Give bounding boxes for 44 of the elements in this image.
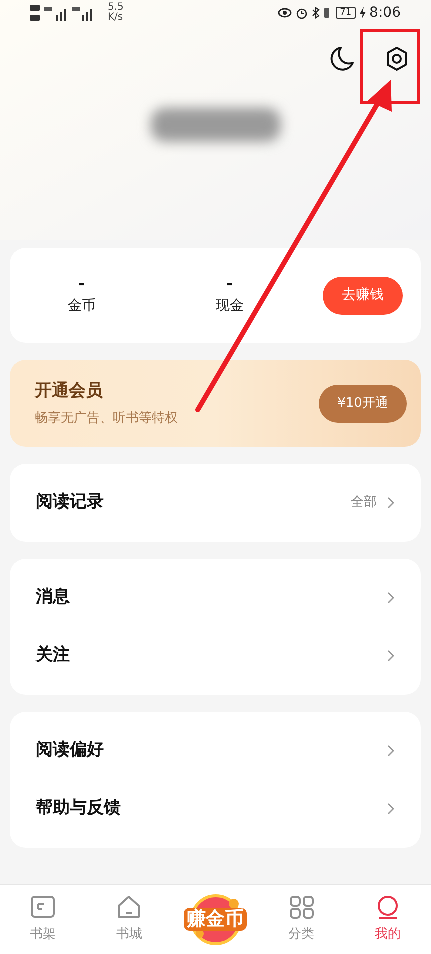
vip-title: 开通会员 — [35, 380, 104, 403]
vip-open-button[interactable]: ¥10开通 — [319, 384, 407, 422]
stat-label: 金币 — [68, 297, 96, 316]
menu-row[interactable]: 帮助与反馈 — [10, 780, 421, 838]
chevron-right-icon — [387, 649, 395, 663]
clock: 8:06 — [370, 4, 401, 22]
settings-icon[interactable] — [385, 46, 409, 72]
menu-row[interactable]: 关注 — [10, 627, 421, 685]
menu-label: 阅读偏好 — [36, 739, 105, 762]
moon-icon[interactable] — [329, 46, 355, 72]
menu-label: 消息 — [36, 586, 71, 610]
chevron-right-icon — [387, 744, 395, 758]
nav-tab[interactable]: 分类 — [288, 894, 315, 944]
battery-indicator: 71 — [336, 7, 356, 19]
network-speed-unit: K/s — [108, 13, 124, 23]
chevron-right-icon — [387, 496, 395, 510]
stat-value: - — [226, 274, 234, 294]
grid-icon — [288, 894, 315, 921]
nav-tab[interactable]: 书架 — [30, 894, 56, 944]
eye-icon — [278, 7, 292, 19]
book-icon — [30, 894, 56, 921]
earn-coins-tab[interactable]: 赚金币 — [178, 890, 254, 950]
house-icon — [116, 894, 142, 921]
alarm-icon — [296, 7, 308, 19]
menu-detail: 全部 — [351, 494, 377, 512]
menu-label: 阅读记录 — [36, 491, 105, 514]
nav-tab[interactable]: 书城 — [116, 894, 142, 944]
stat-label: 现金 — [216, 297, 244, 316]
chevron-right-icon — [387, 802, 395, 816]
earn-money-button[interactable]: 去赚钱 — [323, 276, 403, 314]
vibrate-icon — [324, 7, 330, 19]
nav-tab[interactable]: 我的 — [374, 894, 401, 944]
bluetooth-icon — [312, 7, 320, 19]
menu-row[interactable]: 阅读偏好 — [10, 722, 421, 780]
charging-icon — [360, 7, 366, 19]
menu-row[interactable]: 消息 — [10, 569, 421, 627]
vip-subtitle: 畅享无广告、听书等特权 — [35, 410, 179, 428]
vip-card[interactable]: 开通会员 畅享无广告、听书等特权 ¥10开通 — [10, 360, 421, 447]
chevron-right-icon — [387, 591, 395, 605]
menu-label: 帮助与反馈 — [36, 797, 122, 820]
menu-row[interactable]: 阅读记录 全部 — [10, 474, 421, 532]
network-speed: 5.5 — [108, 3, 124, 13]
menu-label: 关注 — [36, 644, 71, 668]
stat-value: - — [78, 274, 86, 294]
